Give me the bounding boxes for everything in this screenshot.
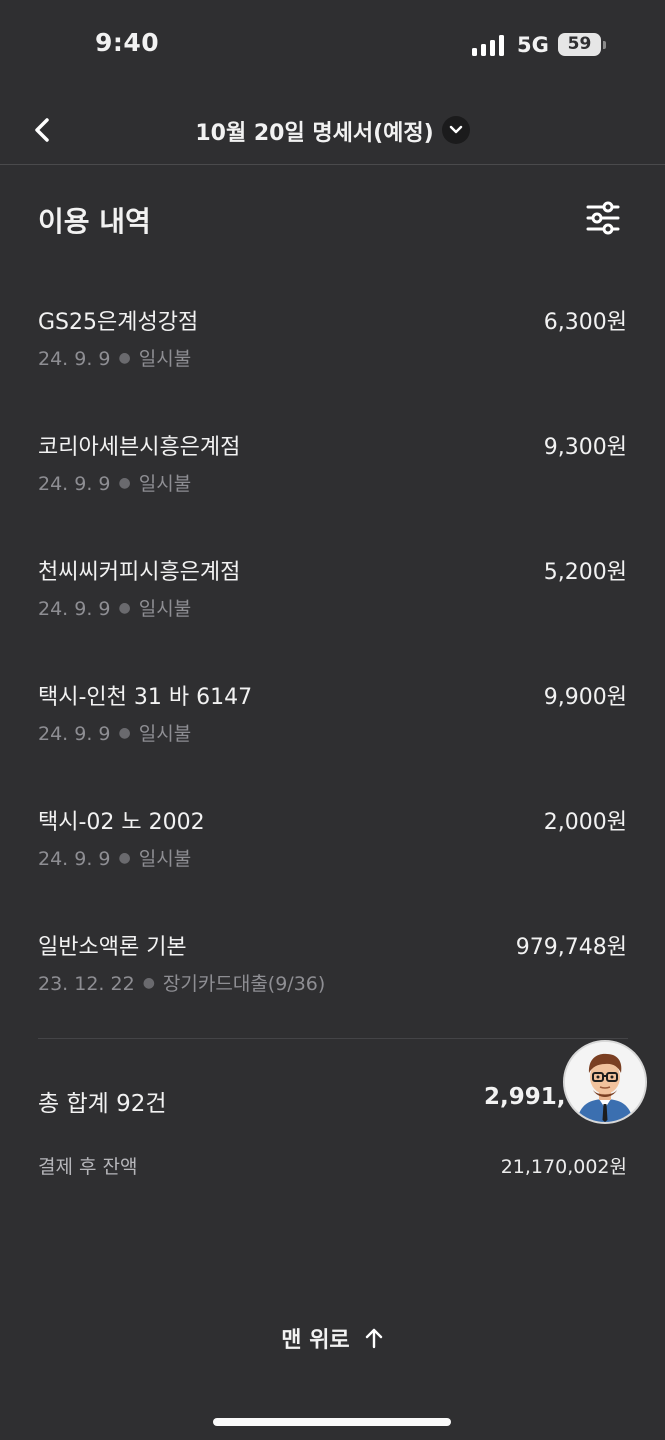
arrow-up-icon xyxy=(365,1328,382,1349)
transaction-amount: 9,300원 xyxy=(543,435,627,460)
battery-icon: 59 xyxy=(558,33,601,56)
assistant-avatar-button[interactable] xyxy=(563,1040,647,1124)
battery-cap xyxy=(603,41,606,49)
transaction-amount: 2,000원 xyxy=(543,810,627,835)
transaction-list: GS25은계성강점 6,300원 24. 9. 9 ● 일시불 코리아세븐시흥은계점… xyxy=(0,300,665,1050)
payment-type: 일시불 xyxy=(138,848,192,870)
transaction-item[interactable]: GS25은계성강점 6,300원 24. 9. 9 ● 일시불 xyxy=(0,300,665,425)
merchant-name: 택시-02 노 2002 xyxy=(38,810,205,835)
merchant-name: 택시-인천 31 바 6147 xyxy=(38,685,253,710)
section-title: 이용 내역 xyxy=(38,205,151,238)
scroll-to-top-button[interactable]: 맨 위로 xyxy=(0,1322,665,1354)
nav-header: 10월 20일 명세서(예정) xyxy=(0,95,665,165)
transaction-meta: 24. 9. 9 ● 일시불 xyxy=(38,348,192,370)
transaction-item[interactable]: 택시-인천 31 바 6147 9,900원 24. 9. 9 ● 일시불 xyxy=(0,675,665,800)
balance-amount: 21,170,002원 xyxy=(500,1156,627,1178)
transaction-meta: 24. 9. 9 ● 일시불 xyxy=(38,723,192,745)
transaction-amount: 979,748원 xyxy=(515,935,627,960)
transaction-date: 24. 9. 9 xyxy=(38,598,111,620)
transaction-meta: 24. 9. 9 ● 일시불 xyxy=(38,598,192,620)
transaction-meta: 24. 9. 9 ● 일시불 xyxy=(38,473,192,495)
transaction-item[interactable]: 천씨씨커피시흥은계점 5,200원 24. 9. 9 ● 일시불 xyxy=(0,550,665,675)
statement-selector[interactable]: 10월 20일 명세서(예정) xyxy=(0,115,665,147)
merchant-name: GS25은계성강점 xyxy=(38,310,199,335)
network-type: 5G xyxy=(517,33,549,57)
payment-type: 일시불 xyxy=(138,723,192,745)
transaction-meta: 24. 9. 9 ● 일시불 xyxy=(38,848,192,870)
transaction-amount: 5,200원 xyxy=(543,560,627,585)
transaction-date: 24. 9. 9 xyxy=(38,848,111,870)
payment-type: 일시불 xyxy=(138,473,192,495)
transaction-meta: 23. 12. 22 ● 장기카드대출(9/36) xyxy=(38,973,326,995)
summary-divider xyxy=(38,1038,628,1039)
transaction-item[interactable]: 택시-02 노 2002 2,000원 24. 9. 9 ● 일시불 xyxy=(0,800,665,925)
payment-type: 장기카드대출(9/36) xyxy=(162,973,326,995)
page-title: 10월 20일 명세서(예정) xyxy=(195,121,434,146)
sliders-icon xyxy=(586,201,620,235)
chevron-down-icon xyxy=(441,116,470,144)
balance-label: 결제 후 잔액 xyxy=(38,1156,138,1178)
total-amount: 2,991,6 xyxy=(484,1084,574,1110)
merchant-name: 천씨씨커피시흥은계점 xyxy=(38,560,241,585)
transaction-amount: 6,300원 xyxy=(543,310,627,335)
transaction-date: 23. 12. 22 xyxy=(38,973,135,995)
assistant-avatar-icon xyxy=(565,1042,645,1122)
transaction-item[interactable]: 코리아세븐시흥은계점 9,300원 24. 9. 9 ● 일시불 xyxy=(0,425,665,550)
status-time: 9:40 xyxy=(95,28,160,57)
status-bar: 9:40 5G 59 xyxy=(0,0,665,90)
transaction-date: 24. 9. 9 xyxy=(38,723,111,745)
scroll-top-label: 맨 위로 xyxy=(281,1328,350,1353)
transaction-amount: 9,900원 xyxy=(543,685,627,710)
transaction-date: 24. 9. 9 xyxy=(38,348,111,370)
payment-type: 일시불 xyxy=(138,598,192,620)
home-indicator xyxy=(213,1418,451,1426)
transaction-date: 24. 9. 9 xyxy=(38,473,111,495)
payment-type: 일시불 xyxy=(138,348,192,370)
merchant-name: 일반소액론 기본 xyxy=(38,935,187,960)
merchant-name: 코리아세븐시흥은계점 xyxy=(38,435,241,460)
total-label: 총 합계 92건 xyxy=(38,1091,167,1117)
filter-button[interactable] xyxy=(584,200,622,236)
transaction-item[interactable]: 일반소액론 기본 979,748원 23. 12. 22 ● 장기카드대출(9/36… xyxy=(0,925,665,1050)
cellular-signal-icon xyxy=(472,34,506,56)
statement-screen: 9:40 5G 59 10월 20일 명세서(예정) 이용 내역 GS25은계성… xyxy=(0,0,665,1440)
